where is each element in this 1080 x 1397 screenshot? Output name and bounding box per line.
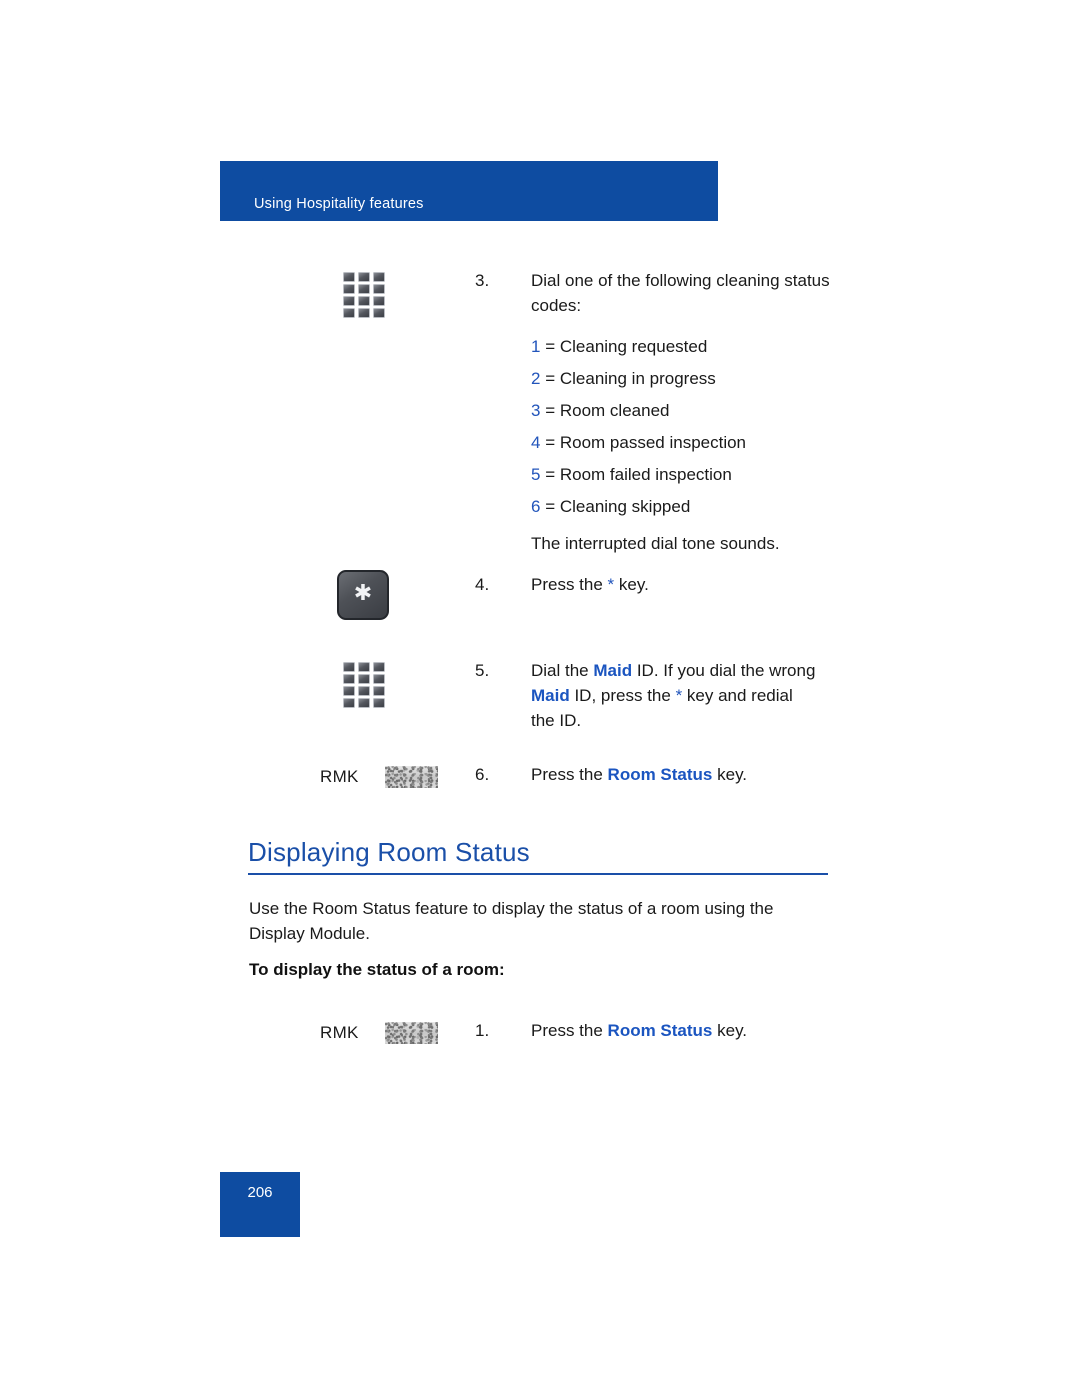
step-5-line2-mid: ID, press the xyxy=(569,686,676,705)
asterisk-glyph: ✱ xyxy=(353,580,373,606)
step-5-line1-before: Dial the xyxy=(531,661,594,680)
step-5-body: 5. Dial the Maid ID. If you dial the wro… xyxy=(475,658,820,733)
page-number-box: 206 xyxy=(220,1172,300,1237)
step-5-line1-after: ID. If you dial the wrong xyxy=(632,661,816,680)
step-6-emphasis: Room Status xyxy=(607,765,713,784)
page-content: Using Hospitality features 3. Dial one o… xyxy=(0,0,1080,1397)
running-header-banner: Using Hospitality features xyxy=(220,161,718,221)
step-1-key-label: RMK xyxy=(320,1023,359,1042)
code-digit: 2 xyxy=(531,369,541,388)
step-4-body: 4. Press the * key. xyxy=(475,572,875,597)
code-list-item: 6 = Cleaning skipped xyxy=(531,494,875,519)
step-4-number: 4. xyxy=(475,575,490,594)
step-3-body: 3. Dial one of the following cleaning st… xyxy=(475,268,875,556)
code-digit: 6 xyxy=(531,497,541,516)
code-description: = Cleaning in progress xyxy=(545,369,716,388)
code-description: = Room passed inspection xyxy=(545,433,747,452)
step-6-number: 6. xyxy=(475,765,490,784)
step-4-text: Press the * key. xyxy=(531,572,875,597)
section-paragraph: Use the Room Status feature to display t… xyxy=(249,899,774,943)
step-6-key-label: RMK xyxy=(320,767,359,786)
feature-key-icon[interactable] xyxy=(385,1022,438,1044)
procedure-step-3: 3. Dial one of the following cleaning st… xyxy=(0,268,1080,553)
step-4-text-before: Press the xyxy=(531,575,608,594)
step-4-text-after: key. xyxy=(614,575,649,594)
step-6-text: Press the Room Status key. xyxy=(531,762,875,787)
dialpad-icon xyxy=(343,272,387,320)
step-5-number: 5. xyxy=(475,661,490,680)
section-heading-rule xyxy=(248,873,828,875)
code-description: = Cleaning requested xyxy=(545,337,708,356)
code-list-item: 1 = Cleaning requested xyxy=(531,334,875,359)
star-key-icon: ✱ xyxy=(337,570,389,620)
step-5-icon-cell xyxy=(310,662,470,710)
step-3-text: Dial one of the following cleaning statu… xyxy=(531,271,830,315)
code-description: = Room failed inspection xyxy=(545,465,732,484)
code-list-item: 4 = Room passed inspection xyxy=(531,430,875,455)
procedure-step-4: ✱ 4. Press the * key. xyxy=(0,570,1080,630)
procedure-step-5: 5. Dial the Maid ID. If you dial the wro… xyxy=(0,658,1080,748)
code-description: = Room cleaned xyxy=(545,401,670,420)
code-list-item: 2 = Cleaning in progress xyxy=(531,366,875,391)
step-1-body: 1. Press the Room Status key. xyxy=(475,1018,875,1043)
step-1-text-before: Press the xyxy=(531,1021,608,1040)
step-5-maid-emphasis-1: Maid xyxy=(593,661,633,680)
code-description: = Cleaning skipped xyxy=(545,497,691,516)
running-header-label: Using Hospitality features xyxy=(254,196,424,212)
dial-tone-note: The interrupted dial tone sounds. xyxy=(531,534,780,553)
procedure-step-6: RMK 6. Press the Room Status key. xyxy=(0,762,1080,802)
display-status-step-1: RMK 1. Press the Room Status key. xyxy=(0,1018,1080,1058)
step-3-icon-cell xyxy=(310,272,470,320)
code-list-item: 5 = Room failed inspection xyxy=(531,462,875,487)
section-heading: Displaying Room Status xyxy=(248,836,828,875)
step-6-body: 6. Press the Room Status key. xyxy=(475,762,875,787)
feature-key-icon[interactable] xyxy=(385,766,438,788)
code-digit: 4 xyxy=(531,433,541,452)
step-1-emphasis: Room Status xyxy=(607,1021,713,1040)
dialpad-icon xyxy=(343,662,387,710)
code-digit: 5 xyxy=(531,465,541,484)
step-3-number: 3. xyxy=(475,271,490,290)
step-1-number: 1. xyxy=(475,1021,490,1040)
section-heading-title: Displaying Room Status xyxy=(248,837,530,867)
section-sub-heading: To display the status of a room: xyxy=(249,960,505,979)
code-digit: 1 xyxy=(531,337,541,356)
step-5-maid-emphasis-2: Maid xyxy=(531,686,570,705)
step-5-text: Dial the Maid ID. If you dial the wrong … xyxy=(531,658,820,733)
step-1-text-after: key. xyxy=(712,1021,748,1040)
page-number-label: 206 xyxy=(247,1184,273,1201)
step-4-icon-cell: ✱ xyxy=(310,570,470,620)
step-1-text: Press the Room Status key. xyxy=(531,1018,875,1043)
cleaning-status-code-list: 1 = Cleaning requested 2 = Cleaning in p… xyxy=(531,334,875,556)
code-list-item: 3 = Room cleaned xyxy=(531,398,875,423)
step-6-text-before: Press the xyxy=(531,765,608,784)
step-6-text-after: key. xyxy=(712,765,748,784)
code-digit: 3 xyxy=(531,401,541,420)
